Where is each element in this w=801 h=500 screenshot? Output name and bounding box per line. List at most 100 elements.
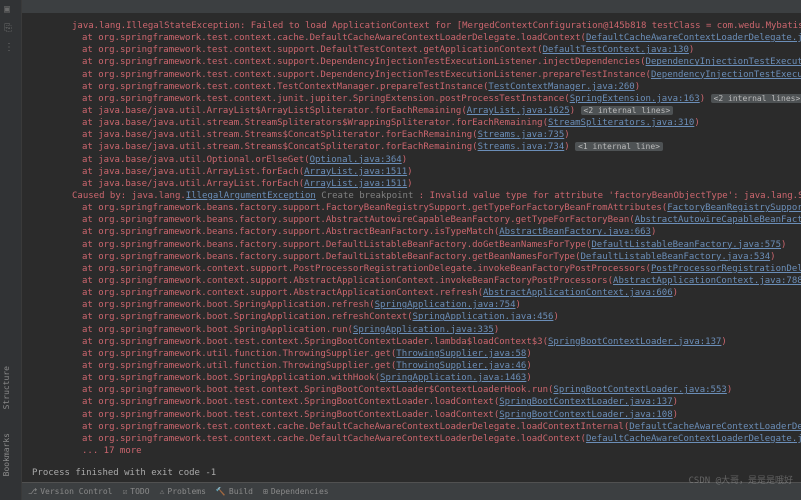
exception-header: java.lang.IllegalStateException: Failed …	[32, 20, 791, 32]
source-link[interactable]: ArrayList.java:1625	[467, 106, 570, 116]
stack-frame: at org.springframework.test.context.cach…	[32, 32, 791, 44]
warning-icon: ⚠	[160, 487, 165, 496]
status-dependencies[interactable]: ⊞Dependencies	[263, 487, 329, 496]
frame-method: org.springframework.test.context.junit.j…	[98, 94, 564, 104]
at-keyword: at	[82, 142, 98, 152]
stack-frame: at org.springframework.beans.factory.sup…	[32, 251, 791, 263]
stack-frame: at org.springframework.boot.test.context…	[32, 336, 791, 348]
frame-method: java.base/java.util.ArrayList.forEach	[98, 167, 298, 177]
at-keyword: at	[82, 130, 98, 140]
run-console[interactable]: java.lang.IllegalStateException: Failed …	[22, 14, 801, 482]
at-keyword: at	[82, 155, 98, 165]
source-link[interactable]: SpringApplication.java:335	[353, 325, 494, 335]
frame-method: org.springframework.boot.test.context.Sp…	[98, 385, 548, 395]
frame-method: org.springframework.context.support.Post…	[98, 264, 645, 274]
at-keyword: at	[82, 227, 98, 237]
frame-method: org.springframework.test.context.support…	[98, 70, 645, 80]
exception-link[interactable]: IllegalArgumentException	[186, 191, 316, 201]
source-link[interactable]: AbstractBeanFactory.java:663	[499, 227, 651, 237]
source-link[interactable]: SpringApplication.java:754	[375, 300, 516, 310]
stack-frame: at java.base/java.util.stream.Streams$Co…	[32, 141, 791, 153]
fold-marker[interactable]: <2 internal lines>	[711, 94, 801, 103]
branch-icon: ⎇	[28, 487, 37, 496]
frame-method: org.springframework.beans.factory.suppor…	[98, 227, 494, 237]
frame-method: org.springframework.test.context.support…	[98, 57, 640, 67]
source-link[interactable]: FactoryBeanRegistrySupport.java:86	[667, 203, 801, 213]
sidebar-tab-structure[interactable]: Structure	[0, 362, 22, 413]
source-link[interactable]: PostProcessorRegistrationDelegate.java:1…	[651, 264, 801, 274]
stack-frame: at org.springframework.test.context.cach…	[32, 433, 791, 445]
source-link[interactable]: DefaultListableBeanFactory.java:575	[591, 240, 781, 250]
at-keyword: at	[82, 82, 98, 92]
source-link[interactable]: DefaultCacheAwareContextLoaderDelegate.j…	[586, 434, 801, 444]
at-keyword: at	[82, 118, 98, 128]
status-problems[interactable]: ⚠Problems	[160, 487, 206, 496]
source-link[interactable]: DependencyInjectionTestExecutionListener…	[651, 70, 801, 80]
stack-frame: at org.springframework.context.support.P…	[32, 263, 791, 275]
source-link[interactable]: AbstractAutowireCapableBeanFactory.java:…	[635, 215, 801, 225]
source-link[interactable]: SpringBootContextLoader.java:137	[499, 397, 672, 407]
source-link[interactable]: DefaultTestContext.java:130	[543, 45, 689, 55]
stack-frame: at org.springframework.boot.SpringApplic…	[32, 299, 791, 311]
at-keyword: at	[82, 45, 98, 55]
at-keyword: at	[82, 300, 98, 310]
source-link[interactable]: AbstractApplicationContext.java:788	[613, 276, 801, 286]
source-link[interactable]: DefaultCacheAwareContextLoaderDelegate.j…	[629, 422, 801, 432]
frame-method: org.springframework.beans.factory.suppor…	[98, 203, 662, 213]
frame-method: org.springframework.util.function.Throwi…	[98, 349, 391, 359]
at-keyword: at	[82, 397, 98, 407]
stack-frame: at org.springframework.context.support.A…	[32, 287, 791, 299]
source-link[interactable]: DependencyInjectionTestExecutionListener…	[646, 57, 801, 67]
source-link[interactable]: DefaultCacheAwareContextLoaderDelegate.j…	[586, 33, 801, 43]
source-link[interactable]: Optional.java:364	[310, 155, 402, 165]
source-link[interactable]: ThrowingSupplier.java:58	[396, 349, 526, 359]
at-keyword: at	[82, 434, 98, 444]
frame-method: java.base/java.util.ArrayList.forEach	[98, 179, 298, 189]
frame-method: org.springframework.boot.SpringApplicati…	[98, 373, 374, 383]
source-link[interactable]: SpringBootContextLoader.java:553	[553, 385, 726, 395]
frame-method: org.springframework.test.context.cache.D…	[98, 422, 624, 432]
source-link[interactable]: StreamSpliterators.java:310	[548, 118, 694, 128]
source-link[interactable]: SpringBootContextLoader.java:108	[499, 410, 672, 420]
stack-frame: at org.springframework.boot.test.context…	[32, 396, 791, 408]
source-link[interactable]: SpringExtension.java:163	[570, 94, 700, 104]
sidebar-tab-bookmarks[interactable]: Bookmarks	[0, 429, 22, 480]
status-vcs[interactable]: ⎇Version Control	[28, 487, 112, 496]
stack-frame: at java.base/java.util.ArrayList.forEach…	[32, 166, 791, 178]
structure-tool-icon[interactable]: ⋮	[0, 38, 21, 57]
source-link[interactable]: DefaultListableBeanFactory.java:534	[581, 252, 771, 262]
source-link[interactable]: TestContextManager.java:260	[488, 82, 634, 92]
create-breakpoint[interactable]: Create breakpoint	[321, 191, 413, 201]
source-link[interactable]: ArrayList.java:1511	[304, 167, 407, 177]
tool-window-bar: ▣ ⎘ ⋮ Structure Bookmarks	[0, 0, 22, 500]
at-keyword: at	[82, 106, 98, 116]
source-link[interactable]: SpringBootContextLoader.java:137	[548, 337, 721, 347]
status-build[interactable]: 🔨Build	[216, 487, 253, 496]
frame-method: org.springframework.test.context.cache.D…	[98, 33, 580, 43]
at-keyword: at	[82, 361, 98, 371]
source-link[interactable]: Streams.java:735	[478, 130, 565, 140]
stack-frame: at org.springframework.boot.SpringApplic…	[32, 311, 791, 323]
commit-icon[interactable]: ⎘	[0, 19, 21, 38]
fold-marker[interactable]: <2 internal lines>	[581, 106, 674, 115]
status-todo[interactable]: ☑TODO	[122, 487, 149, 496]
frame-method: org.springframework.context.support.Abst…	[98, 276, 607, 286]
more-frames: ... 17 more	[32, 445, 791, 457]
project-icon[interactable]: ▣	[0, 0, 21, 19]
at-keyword: at	[82, 312, 98, 322]
source-link[interactable]: ThrowingSupplier.java:46	[396, 361, 526, 371]
source-link[interactable]: SpringApplication.java:456	[413, 312, 554, 322]
at-keyword: at	[82, 422, 98, 432]
frame-method: java.base/java.util.stream.StreamSpliter…	[98, 118, 542, 128]
source-link[interactable]: ArrayList.java:1511	[304, 179, 407, 189]
process-exit-line: Process finished with exit code -1	[32, 467, 791, 479]
source-link[interactable]: Streams.java:734	[478, 142, 565, 152]
source-link[interactable]: AbstractApplicationContext.java:606	[483, 288, 673, 298]
frame-method: org.springframework.boot.SpringApplicati…	[98, 312, 407, 322]
frame-method: java.base/java.util.Optional.orElseGet	[98, 155, 304, 165]
at-keyword: at	[82, 276, 98, 286]
frame-method: org.springframework.util.function.Throwi…	[98, 361, 391, 371]
source-link[interactable]: SpringApplication.java:1463	[380, 373, 526, 383]
toolbar-strip	[22, 0, 801, 14]
fold-marker[interactable]: <1 internal line>	[575, 142, 663, 151]
